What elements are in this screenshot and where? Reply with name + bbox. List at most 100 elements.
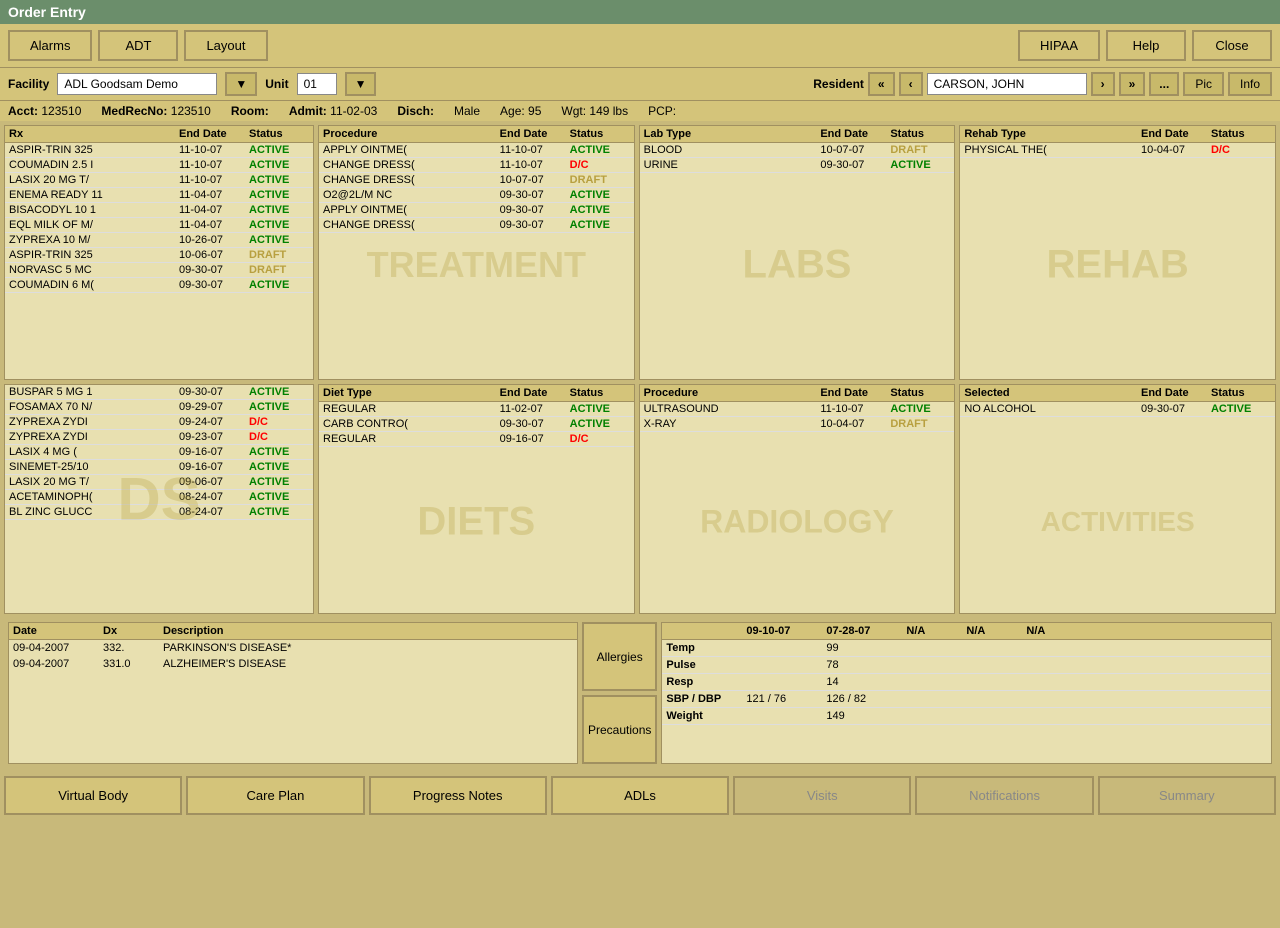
rx-table-row[interactable]: ACETAMINOPH(08-24-07ACTIVE xyxy=(5,490,313,505)
rx-table-row[interactable]: LASIX 20 MG T/11-10-07ACTIVE xyxy=(5,173,313,188)
facility-input[interactable] xyxy=(57,73,217,95)
diet-table-row[interactable]: REGULAR11-02-07ACTIVE xyxy=(319,402,634,417)
rehab-table-row[interactable]: PHYSICAL THE(10-04-07D/C xyxy=(960,143,1275,158)
gender: Male xyxy=(454,104,480,118)
treatment-table-row[interactable]: CHANGE DRESS(10-07-07DRAFT xyxy=(319,173,634,188)
rx-table-row[interactable]: LASIX 20 MG T/09-06-07ACTIVE xyxy=(5,475,313,490)
unit-dropdown[interactable]: ▼ xyxy=(345,72,377,96)
vitals-panel: 09-10-07 07-28-07 N/A N/A N/A Temp99Puls… xyxy=(661,622,1272,764)
treatment-col-status: Status xyxy=(570,128,630,140)
activities-table-row[interactable]: NO ALCOHOL09-30-07ACTIVE xyxy=(960,402,1275,417)
rx-table-row[interactable]: EQL MILK OF M/11-04-07ACTIVE xyxy=(5,218,313,233)
bottom-top-panels: BUSPAR 5 MG 109-30-07ACTIVEFOSAMAX 70 N/… xyxy=(4,384,1276,614)
treatment-table-row[interactable]: APPLY OINTME(11-10-07ACTIVE xyxy=(319,143,634,158)
rehab-watermark: REHAB xyxy=(960,243,1275,288)
rx-table-row[interactable]: COUMADIN 2.5 I11-10-07ACTIVE xyxy=(5,158,313,173)
precautions-button[interactable]: Precautions xyxy=(582,695,657,764)
progress-notes-button[interactable]: Progress Notes xyxy=(369,776,547,815)
vitals-table-row: Weight149 xyxy=(662,708,1271,725)
diet-table-row[interactable]: REGULAR09-16-07D/C xyxy=(319,432,634,447)
vitals-date2: 07-28-07 xyxy=(826,625,906,637)
acct-label: Acct: xyxy=(8,104,38,118)
virtual-body-button[interactable]: Virtual Body xyxy=(4,776,182,815)
adls-button[interactable]: ADLs xyxy=(551,776,729,815)
act-col-status: Status xyxy=(1211,387,1271,399)
layout-button[interactable]: Layout xyxy=(184,30,267,61)
rx-table-row[interactable]: ASPIR-TRIN 32510-06-07DRAFT xyxy=(5,248,313,263)
rx-table-row[interactable]: LASIX 4 MG (09-16-07ACTIVE xyxy=(5,445,313,460)
vitals-header: 09-10-07 07-28-07 N/A N/A N/A xyxy=(662,623,1271,640)
first-resident-button[interactable]: « xyxy=(868,72,895,96)
prev-resident-button[interactable]: ‹ xyxy=(899,72,923,96)
rx-panel-cont: BUSPAR 5 MG 109-30-07ACTIVEFOSAMAX 70 N/… xyxy=(4,384,314,614)
vitals-date3: N/A xyxy=(906,625,966,637)
visits-button[interactable]: Visits xyxy=(733,776,911,815)
treatment-table-row[interactable]: O2@2L/M NC09-30-07ACTIVE xyxy=(319,188,634,203)
medrec-label: MedRecNo: xyxy=(101,104,167,118)
labs-col-status: Status xyxy=(890,128,950,140)
toolbar: Alarms ADT Layout HIPAA Help Close xyxy=(0,24,1280,67)
rx-col-date: End Date xyxy=(179,128,249,140)
diet-table-row[interactable]: CARB CONTRO(09-30-07ACTIVE xyxy=(319,417,634,432)
treatment-table-row[interactable]: CHANGE DRESS(11-10-07D/C xyxy=(319,158,634,173)
rx-table-row[interactable]: BL ZINC GLUCC08-24-07ACTIVE xyxy=(5,505,313,520)
radiology-table-row[interactable]: ULTRASOUND11-10-07ACTIVE xyxy=(640,402,955,417)
hipaa-button[interactable]: HIPAA xyxy=(1018,30,1100,61)
vitals-table-row: Temp99 xyxy=(662,640,1271,657)
rx-table-row[interactable]: FOSAMAX 70 N/09-29-07ACTIVE xyxy=(5,400,313,415)
facility-bar: Facility ▼ Unit ▼ Resident « ‹ › » ... P… xyxy=(0,67,1280,100)
pic-button[interactable]: Pic xyxy=(1183,72,1224,96)
rx-table-row[interactable]: NORVASC 5 MC09-30-07DRAFT xyxy=(5,263,313,278)
treatment-col-date: End Date xyxy=(500,128,570,140)
age: Age: 95 xyxy=(500,104,541,118)
close-button[interactable]: Close xyxy=(1192,30,1272,61)
rx-table-row[interactable]: ZYPREXA 10 M/10-26-07ACTIVE xyxy=(5,233,313,248)
activities-panel: Selected End Date Status NO ALCOHOL09-30… xyxy=(959,384,1276,614)
radiology-panel: Procedure End Date Status ULTRASOUND11-1… xyxy=(639,384,956,614)
labs-col-date: End Date xyxy=(820,128,890,140)
rx-table-row[interactable]: ZYPREXA ZYDI09-23-07D/C xyxy=(5,430,313,445)
unit-input[interactable] xyxy=(297,73,337,95)
alarms-button[interactable]: Alarms xyxy=(8,30,92,61)
more-resident-button[interactable]: ... xyxy=(1149,72,1179,96)
treatment-table-row[interactable]: CHANGE DRESS(09-30-07ACTIVE xyxy=(319,218,634,233)
diag-table-row[interactable]: 09-04-2007331.0ALZHEIMER'S DISEASE xyxy=(9,656,577,672)
treatment-panel: Procedure End Date Status APPLY OINTME(1… xyxy=(318,125,635,380)
lab-table-row[interactable]: BLOOD10-07-07DRAFT xyxy=(640,143,955,158)
rehab-col-date: End Date xyxy=(1141,128,1211,140)
rx-table-row[interactable]: BISACODYL 10 111-04-07ACTIVE xyxy=(5,203,313,218)
diet-header: Diet Type End Date Status xyxy=(319,385,634,402)
diag-header: Date Dx Description xyxy=(9,623,577,640)
activities-header: Selected End Date Status xyxy=(960,385,1275,402)
info-button[interactable]: Info xyxy=(1228,72,1272,96)
last-resident-button[interactable]: » xyxy=(1119,72,1146,96)
diag-table-row[interactable]: 09-04-2007332.PARKINSON'S DISEASE* xyxy=(9,640,577,656)
diet-col-date: End Date xyxy=(500,387,570,399)
adt-button[interactable]: ADT xyxy=(98,30,178,61)
notifications-button[interactable]: Notifications xyxy=(915,776,1093,815)
radiology-rows: ULTRASOUND11-10-07ACTIVEX-RAY10-04-07DRA… xyxy=(640,402,955,432)
radiology-table-row[interactable]: X-RAY10-04-07DRAFT xyxy=(640,417,955,432)
next-resident-button[interactable]: › xyxy=(1091,72,1115,96)
allergies-button[interactable]: Allergies xyxy=(582,622,657,691)
diagnostics-panel: Date Dx Description 09-04-2007332.PARKIN… xyxy=(8,622,578,764)
lab-table-row[interactable]: URINE09-30-07ACTIVE xyxy=(640,158,955,173)
rx-table-row[interactable]: BUSPAR 5 MG 109-30-07ACTIVE xyxy=(5,385,313,400)
resident-input[interactable] xyxy=(927,73,1087,95)
rx-table-row[interactable]: SINEMET-25/1009-16-07ACTIVE xyxy=(5,460,313,475)
rx-table-row[interactable]: COUMADIN 6 M(09-30-07ACTIVE xyxy=(5,278,313,293)
rx-table-row[interactable]: ZYPREXA ZYDI09-24-07D/C xyxy=(5,415,313,430)
rad-col-proc: Procedure xyxy=(644,387,821,399)
help-button[interactable]: Help xyxy=(1106,30,1186,61)
summary-button[interactable]: Summary xyxy=(1098,776,1276,815)
care-plan-button[interactable]: Care Plan xyxy=(186,776,364,815)
rx-table-row[interactable]: ASPIR-TRIN 32511-10-07ACTIVE xyxy=(5,143,313,158)
medrec-number: 123510 xyxy=(171,104,211,118)
rx-table-row[interactable]: ENEMA READY 1111-04-07ACTIVE xyxy=(5,188,313,203)
unit-label: Unit xyxy=(265,77,288,91)
treatment-table-row[interactable]: APPLY OINTME(09-30-07ACTIVE xyxy=(319,203,634,218)
diag-col-dx: Dx xyxy=(103,625,163,637)
rad-col-date: End Date xyxy=(820,387,890,399)
rx-header: Rx End Date Status xyxy=(5,126,313,143)
facility-dropdown[interactable]: ▼ xyxy=(225,72,257,96)
